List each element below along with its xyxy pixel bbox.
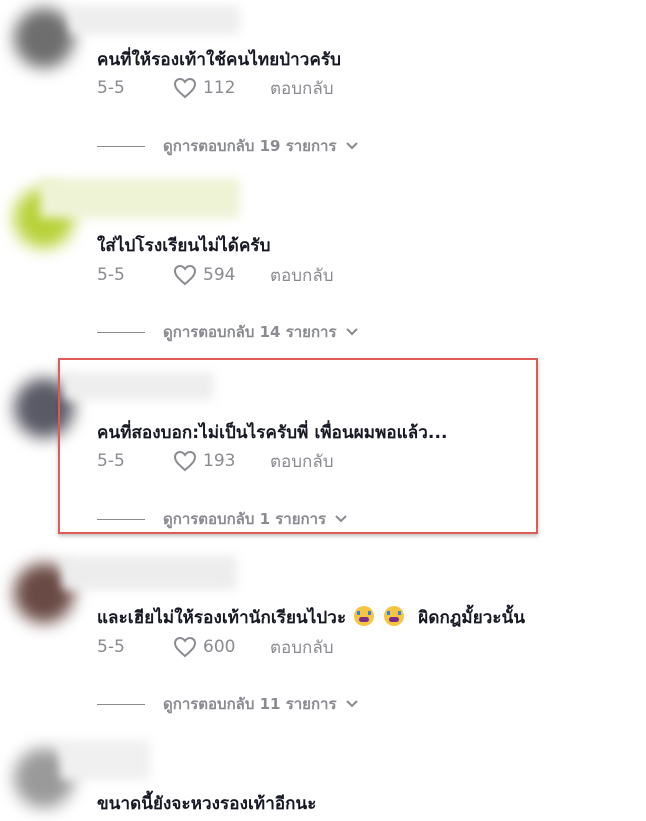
- like-button[interactable]: 112: [173, 77, 270, 99]
- comment-text-part: และเฮียไม่ให้รองเท้านักเรียนไปวะ: [97, 608, 347, 628]
- comment-text: ใส่ไปโรงเรียนไม่ได้ครับ: [97, 236, 271, 256]
- comment-text: และเฮียไม่ให้รองเท้านักเรียนไปวะ ผิดกฎมั…: [97, 604, 525, 631]
- like-count: 112: [203, 78, 236, 98]
- view-replies-label: ดูการตอบกลับ 11 รายการ: [163, 695, 337, 713]
- username-blurred: [60, 740, 150, 780]
- like-button[interactable]: 594: [173, 264, 270, 286]
- like-count: 600: [203, 637, 236, 657]
- view-replies-button[interactable]: ดูการตอบกลับ 11 รายการ: [97, 692, 359, 716]
- view-replies-label: ดูการตอบกลับ 14 รายการ: [163, 323, 337, 341]
- reply-button[interactable]: ตอบกลับ: [270, 75, 334, 102]
- username-blurred: [40, 178, 240, 218]
- avatar[interactable]: [14, 8, 74, 68]
- crying-face-emoji: [354, 606, 375, 626]
- comment-meta: 5-5 112 ตอบกลับ: [97, 75, 334, 101]
- divider-line: [97, 331, 145, 333]
- view-replies-button[interactable]: ดูการตอบกลับ 19 รายการ: [97, 134, 359, 158]
- reply-button[interactable]: ตอบกลับ: [270, 634, 334, 661]
- comment-date: 5-5: [97, 637, 125, 657]
- highlight-box: [58, 358, 538, 534]
- like-count: 594: [203, 265, 236, 285]
- reply-button[interactable]: ตอบกลับ: [270, 262, 334, 289]
- username-blurred: [70, 6, 240, 34]
- comment-text: ขนาดนี้ยังจะหวงรองเท้าอีกนะ: [97, 794, 317, 814]
- view-replies-button[interactable]: ดูการตอบกลับ 14 รายการ: [97, 320, 359, 344]
- comment-meta: 5-5 600 ตอบกลับ: [97, 634, 334, 660]
- username-blurred: [62, 556, 237, 590]
- like-button[interactable]: 600: [173, 636, 270, 658]
- heart-outline-icon: [173, 264, 197, 286]
- crying-face-emoji: [384, 606, 405, 626]
- heart-outline-icon: [173, 636, 197, 658]
- comment-date: 5-5: [97, 78, 125, 98]
- heart-outline-icon: [173, 77, 197, 99]
- divider-line: [97, 703, 145, 705]
- comment-date: 5-5: [97, 265, 125, 285]
- comment-meta: 5-5 594 ตอบกลับ: [97, 262, 334, 288]
- divider-line: [97, 145, 145, 147]
- chevron-down-icon: [345, 328, 358, 336]
- chevron-down-icon: [345, 142, 358, 150]
- comment-text-part: ผิดกฎมั้ยวะนั้น: [418, 608, 526, 628]
- comment-text: คนที่ให้รองเท้าใช้คนไทยป่าวครับ: [97, 50, 342, 70]
- view-replies-label: ดูการตอบกลับ 19 รายการ: [163, 137, 337, 155]
- chevron-down-icon: [345, 700, 358, 708]
